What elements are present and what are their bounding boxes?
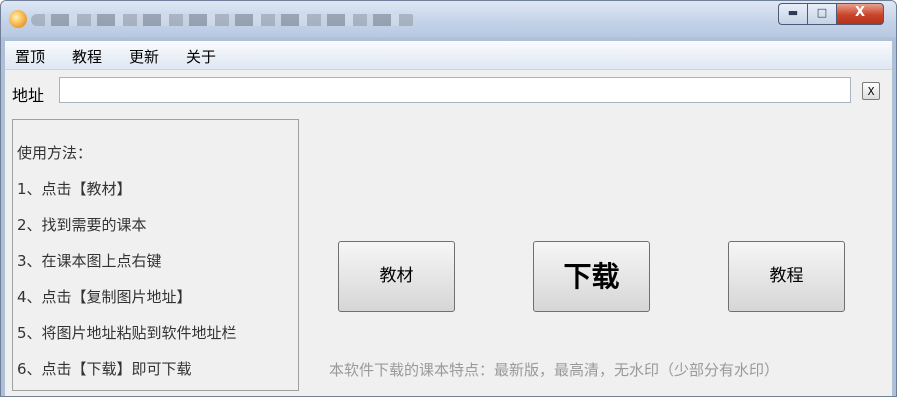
instruction-step: 1、点击【教材】: [17, 180, 132, 198]
window-controls: ▬ □ X: [778, 3, 884, 25]
instruction-step: 6、点击【下载】即可下载: [17, 360, 192, 378]
feature-note: 本软件下载的课本特点：最新版，最高清，无水印（少部分有水印）: [329, 361, 780, 379]
window-title-obscured: [31, 14, 416, 26]
menu-item-pin-top[interactable]: 置顶: [13, 46, 47, 67]
client-area: 置顶 教程 更新 关于 地址 X 使用方法： 1、点击【教材】 2、找到需要的课…: [5, 41, 892, 396]
instruction-step: 5、将图片地址粘贴到软件地址栏: [17, 324, 237, 342]
address-input[interactable]: [59, 77, 851, 103]
menu-item-tutorial[interactable]: 教程: [70, 46, 104, 67]
app-window: ▬ □ X 置顶 教程 更新 关于 地址 X 使用方法： 1、点击【教材】 2、…: [0, 0, 897, 397]
download-button[interactable]: 下载: [533, 241, 650, 312]
minimize-button[interactable]: ▬: [778, 3, 807, 25]
instruction-step: 3、在课本图上点右键: [17, 252, 162, 270]
instructions-title: 使用方法：: [17, 144, 93, 162]
menu-item-about[interactable]: 关于: [184, 46, 218, 67]
instruction-step: 2、找到需要的课本: [17, 216, 147, 234]
clear-address-button[interactable]: X: [862, 82, 880, 100]
menu-bar: 置顶 教程 更新 关于: [5, 41, 892, 70]
instruction-step: 4、点击【复制图片地址】: [17, 288, 192, 306]
maximize-button[interactable]: □: [807, 3, 836, 25]
address-label: 地址: [12, 86, 45, 105]
app-icon: [9, 10, 27, 28]
menu-item-update[interactable]: 更新: [127, 46, 161, 67]
close-button[interactable]: X: [836, 3, 884, 25]
instructions-panel: 使用方法： 1、点击【教材】 2、找到需要的课本 3、在课本图上点右键 4、点击…: [12, 119, 299, 391]
tutorial-button[interactable]: 教程: [728, 241, 845, 312]
textbook-button[interactable]: 教材: [338, 241, 455, 312]
title-bar[interactable]: ▬ □ X: [1, 1, 896, 37]
